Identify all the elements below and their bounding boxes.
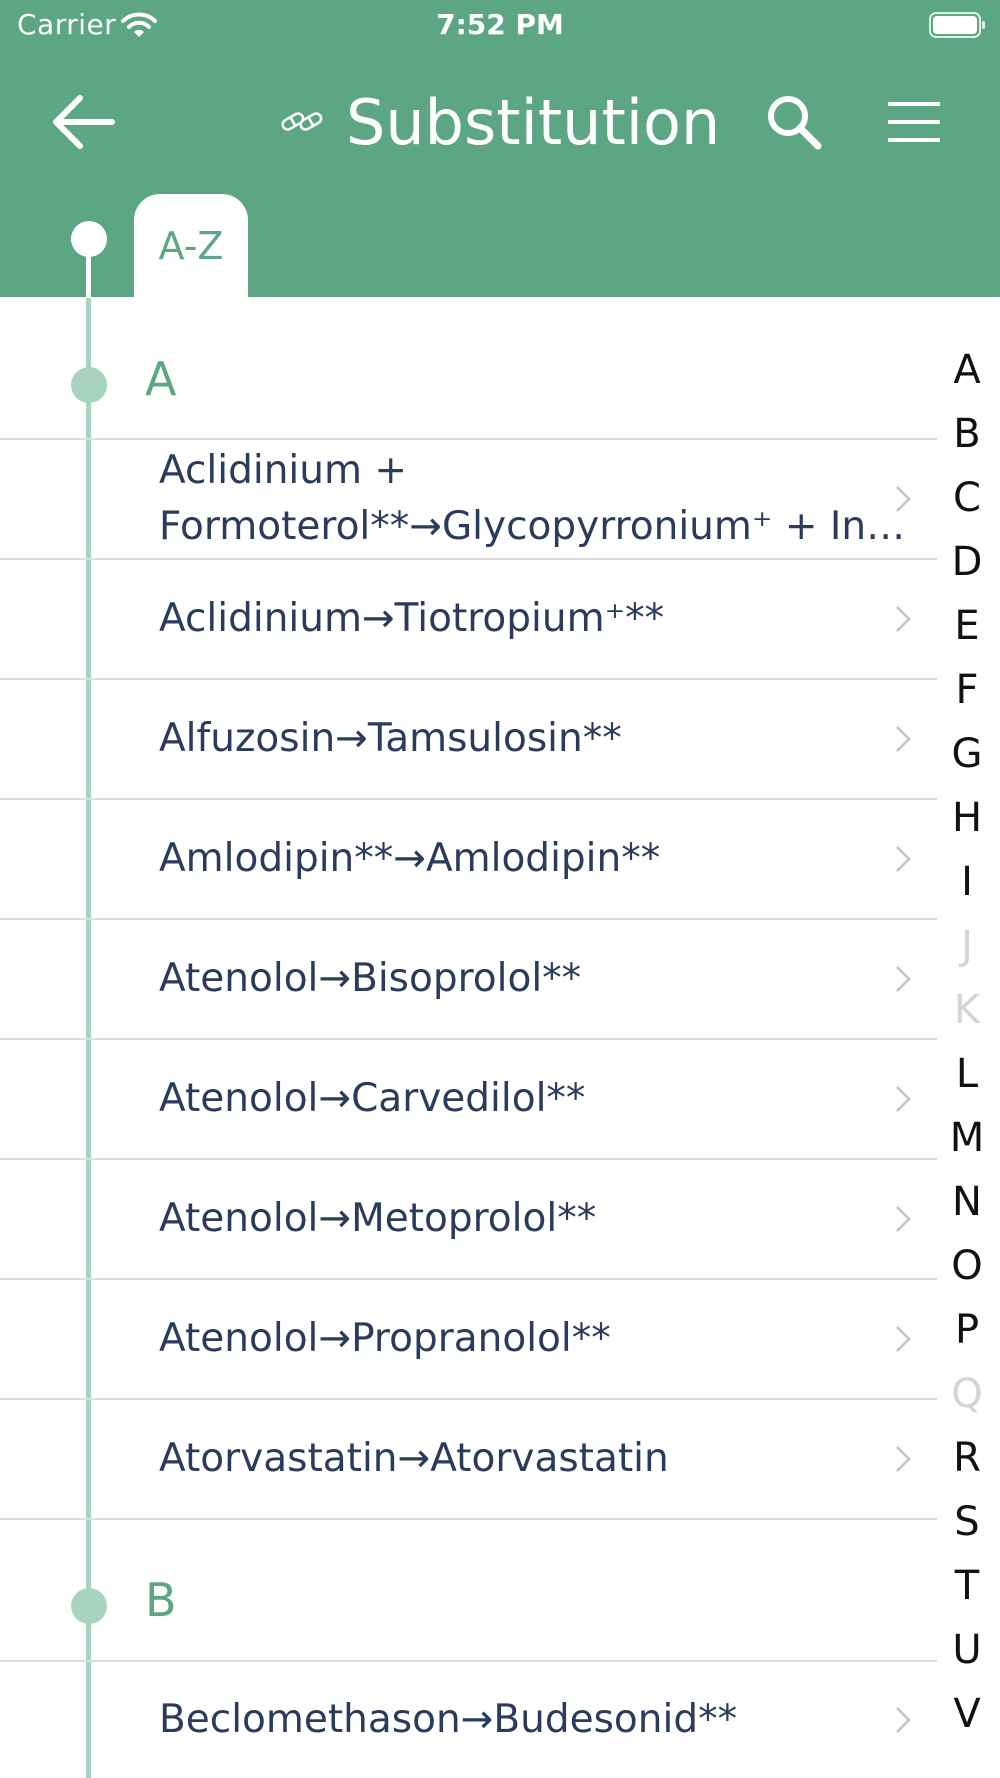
list-item-label: Atenolol→Metoprolol** — [159, 1196, 597, 1241]
list-item-label: Alfuzosin→Tamsulosin** — [159, 716, 622, 761]
list-item-label: Atorvastatin→Atorvastatin — [159, 1436, 669, 1481]
list-item-label: Amlodipin**→Amlodipin** — [159, 836, 661, 881]
index-letter-u[interactable]: U — [937, 1618, 997, 1682]
index-letter-b[interactable]: B — [937, 402, 997, 466]
index-letter-o[interactable]: O — [937, 1234, 997, 1298]
index-letter-p[interactable]: P — [937, 1298, 997, 1362]
index-letter-g[interactable]: G — [937, 722, 997, 786]
chevron-right-icon — [896, 1206, 911, 1232]
chevron-right-icon — [896, 1086, 911, 1112]
pills-icon — [281, 112, 323, 131]
chevron-right-icon — [896, 726, 911, 752]
list-item-label: Atenolol→Propranolol** — [159, 1316, 611, 1361]
chevron-right-icon — [896, 966, 911, 992]
list-item[interactable]: Alfuzosin→Tamsulosin** — [0, 680, 937, 798]
list-item[interactable]: Atorvastatin→Atorvastatin — [0, 1400, 937, 1518]
list-item[interactable]: Atenolol→Metoprolol** — [0, 1160, 937, 1278]
app-header: Carrier 7:52 PM Substitution A-Z — [0, 0, 1000, 297]
index-letter-f[interactable]: F — [937, 658, 997, 722]
section-dot-a — [71, 367, 107, 403]
list-item-label-line: Formoterol**→Glycopyrronium⁺ + Ind... — [159, 504, 907, 549]
index-letter-c[interactable]: C — [937, 466, 997, 530]
list-item[interactable]: Amlodipin**→Amlodipin** — [0, 800, 937, 918]
list-item[interactable]: Atenolol→Propranolol** — [0, 1280, 937, 1398]
list-item-label: Aclidinium→Tiotropium⁺** — [159, 596, 665, 641]
list-item[interactable]: Aclidinium + Formoterol**→Glycopyrronium… — [0, 440, 937, 558]
index-letter-t[interactable]: T — [937, 1554, 997, 1618]
chevron-right-icon — [896, 1707, 911, 1733]
arrow-left-icon[interactable] — [50, 90, 120, 154]
divider — [0, 1518, 937, 1520]
index-letter-v[interactable]: V — [937, 1682, 997, 1746]
index-letter-d[interactable]: D — [937, 530, 997, 594]
timeline-start-dot — [71, 221, 107, 257]
index-letter-k: K — [953, 987, 981, 1033]
tab-a-z[interactable]: A-Z — [134, 194, 248, 297]
chevron-right-icon — [896, 846, 911, 872]
index-letter-r[interactable]: R — [937, 1426, 997, 1490]
section-dot-b — [71, 1588, 107, 1624]
index-letter-e[interactable]: E — [937, 594, 997, 658]
list-item[interactable]: Beclomethason→Budesonid** — [0, 1662, 937, 1778]
status-bar: Carrier 7:52 PM — [0, 0, 1000, 52]
list-item-label: Aclidinium + Formoterol**→Glycopyrronium… — [159, 443, 907, 555]
section-header-b: B — [145, 1573, 177, 1627]
status-time: 7:52 PM — [436, 8, 564, 41]
index-letter-n[interactable]: N — [937, 1170, 997, 1234]
list-item[interactable]: Atenolol→Bisoprolol** — [0, 920, 937, 1038]
search-icon[interactable] — [762, 90, 826, 154]
index-letter-j: J — [961, 923, 973, 969]
chevron-right-icon — [896, 606, 911, 632]
index-letter-m[interactable]: M — [937, 1106, 997, 1170]
navigation-bar: Substitution — [0, 80, 1000, 164]
index-letter-a[interactable]: A — [937, 338, 997, 402]
list-item[interactable]: Aclidinium→Tiotropium⁺** — [0, 560, 937, 678]
index-letter-i[interactable]: I — [937, 850, 997, 914]
index-letter-q: Q — [951, 1371, 983, 1417]
battery-icon — [929, 12, 985, 38]
chevron-right-icon — [896, 1446, 911, 1472]
list-item[interactable]: Atenolol→Carvedilol** — [0, 1040, 937, 1158]
hamburger-menu-icon[interactable] — [882, 90, 946, 154]
index-letter-l[interactable]: L — [937, 1042, 997, 1106]
chevron-right-icon — [896, 1326, 911, 1352]
list-item-label: Atenolol→Carvedilol** — [159, 1076, 586, 1121]
index-letter-s[interactable]: S — [937, 1490, 997, 1554]
title-group: Substitution — [278, 80, 720, 164]
list-item-label-line: Aclidinium + — [159, 448, 408, 493]
section-header-a: A — [145, 352, 177, 406]
list-item-label: Beclomethason→Budesonid** — [159, 1697, 738, 1742]
list-item-label: Atenolol→Bisoprolol** — [159, 956, 582, 1001]
page-title: Substitution — [346, 85, 721, 159]
chevron-right-icon — [896, 486, 911, 512]
index-letter-h[interactable]: H — [937, 786, 997, 850]
